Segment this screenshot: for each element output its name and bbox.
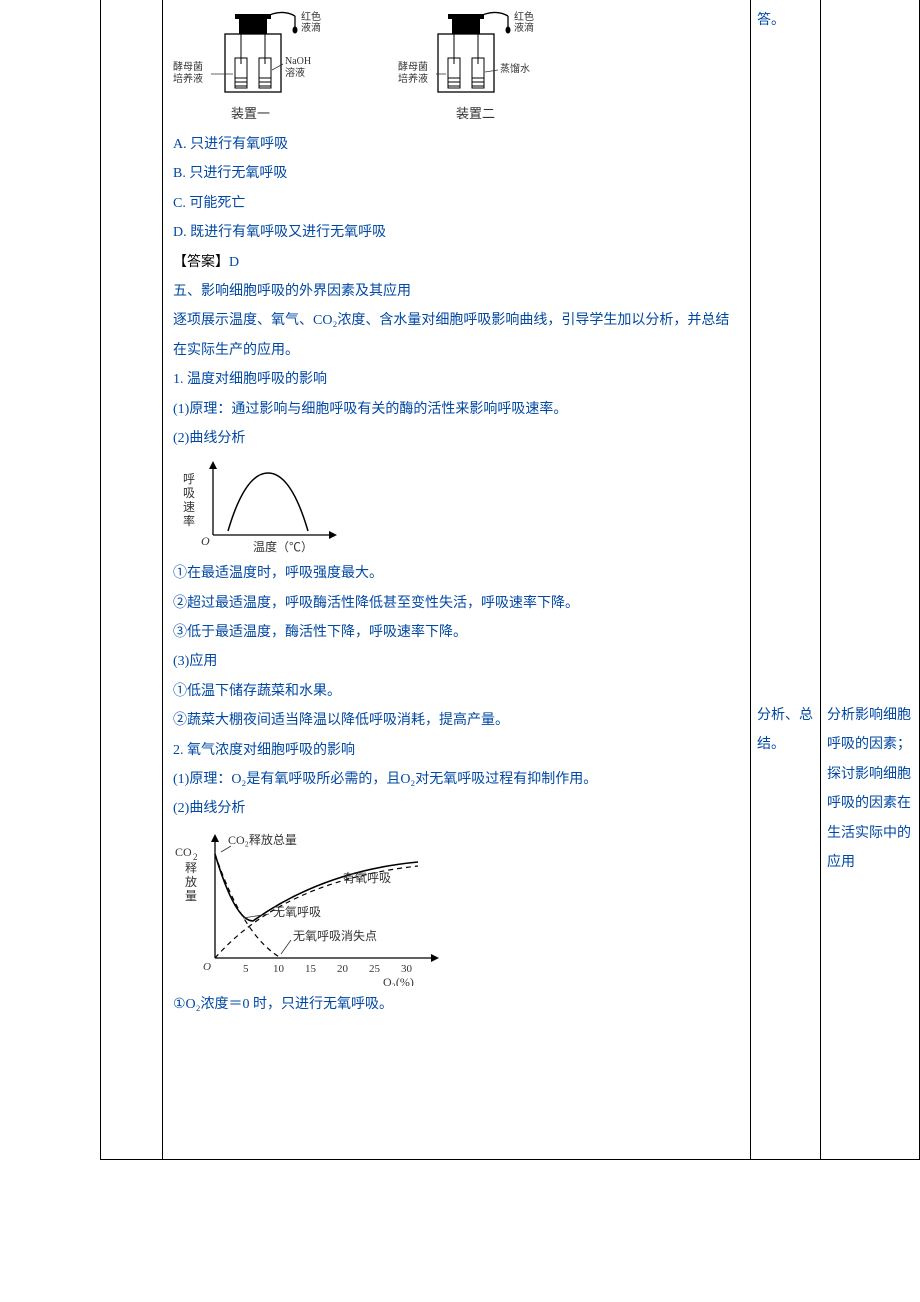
answer-line: 【答案】D [173, 248, 740, 277]
svg-text:酵母菌: 酵母菌 [173, 61, 203, 73]
svg-text:温度（℃）: 温度（℃） [253, 539, 313, 554]
apparatus-2-svg: 红色 液滴 酵母菌 培养液 蒸馏水 [398, 6, 553, 101]
answer-label: 【答案】 [173, 255, 229, 270]
svg-text:速: 速 [183, 500, 195, 514]
svg-text:放: 放 [185, 874, 197, 889]
answer-options: A. 只进行有氧呼吸 B. 只进行无氧呼吸 C. 可能死亡 D. 既进行有氧呼吸… [173, 130, 740, 248]
temp-principle: (1)原理：通过影响与细胞呼吸有关的酶的活性来影响呼吸速率。 [173, 395, 740, 424]
o2-heading: 2. 氧气浓度对细胞呼吸的影响 [173, 736, 740, 765]
temp-b3: ③低于最适温度，酶活性下降，呼吸速率下降。 [173, 618, 740, 647]
temp-app-title: (3)应用 [173, 647, 740, 676]
col4-text: 分析影响细胞呼吸的因素；探讨影响细胞呼吸的因素在生活实际中的应用 [827, 701, 919, 877]
svg-text:30: 30 [401, 963, 413, 975]
svg-text:酵母菌: 酵母菌 [398, 61, 428, 73]
option-a: A. 只进行有氧呼吸 [173, 130, 740, 159]
option-d: D. 既进行有氧呼吸又进行无氧呼吸 [173, 218, 740, 247]
section-5-intro: 逐项展示温度、氧气、CO₂浓度、含水量对细胞呼吸影响曲线，引导学生加以分析，并总… [173, 306, 740, 365]
svg-text:培养液: 培养液 [173, 72, 203, 85]
column-1-spacer [101, 0, 163, 1159]
student-activity-column: 答。 分析、总结。 [751, 0, 821, 1159]
svg-text:CO: CO [175, 845, 192, 859]
svg-text:红色: 红色 [301, 10, 321, 23]
svg-text:O: O [201, 534, 210, 548]
svg-text:20: 20 [337, 963, 349, 975]
o2-principle: (1)原理：O₂是有氧呼吸所必需的，且O₂对无氧呼吸过程有抑制作用。 [173, 765, 740, 794]
svg-text:无氧呼吸: 无氧呼吸 [273, 905, 321, 919]
temp-curve-title: (2)曲线分析 [173, 424, 740, 453]
svg-text:率: 率 [183, 513, 195, 528]
lesson-table: 红色 液滴 酵母菌 培养液 NaOH 溶液 装置一 [100, 0, 920, 1160]
svg-text:NaOH: NaOH [285, 56, 311, 67]
temp-heading: 1. 温度对细胞呼吸的影响 [173, 365, 740, 394]
option-b: B. 只进行无氧呼吸 [173, 159, 740, 188]
svg-text:吸: 吸 [183, 486, 195, 500]
svg-text:25: 25 [369, 963, 381, 975]
svg-text:15: 15 [305, 963, 317, 975]
svg-text:有氧呼吸: 有氧呼吸 [343, 871, 391, 885]
svg-text:液滴: 液滴 [301, 21, 321, 34]
svg-text:呼: 呼 [183, 472, 195, 486]
temperature-curve: 呼 吸 速 率 O 温度（℃） [173, 455, 353, 555]
svg-text:5: 5 [243, 963, 249, 975]
apparatus-1-caption: 装置一 [231, 103, 270, 122]
option-c: C. 可能死亡 [173, 189, 740, 218]
temp-b1: ①在最适温度时，呼吸强度最大。 [173, 559, 740, 588]
section-5-title: 五、影响细胞呼吸的外界因素及其应用 [173, 277, 740, 306]
svg-text:液滴: 液滴 [514, 21, 534, 34]
answer-value: D [229, 255, 239, 270]
svg-text:O₂(%): O₂(%) [383, 975, 414, 986]
o2-b1: ①O₂浓度＝0 时，只进行无氧呼吸。 [173, 990, 740, 1019]
apparatus-1-svg: 红色 液滴 酵母菌 培养液 NaOH 溶液 [173, 6, 328, 101]
col3-top-text: 答。 [757, 6, 814, 35]
svg-text:无氧呼吸消失点: 无氧呼吸消失点 [293, 928, 377, 943]
o2-curve-title: (2)曲线分析 [173, 794, 740, 823]
svg-text:培养液: 培养液 [398, 72, 428, 85]
intent-column: 分析影响细胞呼吸的因素；探讨影响细胞呼吸的因素在生活实际中的应用 [821, 0, 919, 1159]
temp-a1: ①低温下储存蔬菜和水果。 [173, 677, 740, 706]
apparatus-2: 红色 液滴 酵母菌 培养液 蒸馏水 装置二 [398, 6, 553, 122]
col3-bottom-text: 分析、总结。 [757, 701, 814, 760]
svg-text:蒸馏水: 蒸馏水 [500, 62, 530, 75]
svg-text:释: 释 [185, 861, 197, 875]
oxygen-curve: CO 2 释 放 量 CO₂释放总量 有氧呼吸 无氧呼吸 无氧呼吸消失点 O 5 [173, 826, 453, 986]
svg-text:溶液: 溶液 [285, 66, 305, 79]
svg-text:CO₂释放总量: CO₂释放总量 [228, 832, 297, 847]
svg-text:量: 量 [185, 889, 197, 903]
temp-a2: ②蔬菜大棚夜间适当降温以降低呼吸消耗，提高产量。 [173, 706, 740, 735]
svg-text:O: O [203, 961, 211, 973]
main-content-column: 红色 液滴 酵母菌 培养液 NaOH 溶液 装置一 [163, 0, 751, 1159]
apparatus-diagrams: 红色 液滴 酵母菌 培养液 NaOH 溶液 装置一 [173, 6, 740, 122]
apparatus-2-caption: 装置二 [456, 103, 495, 122]
svg-text:10: 10 [273, 963, 285, 975]
apparatus-1: 红色 液滴 酵母菌 培养液 NaOH 溶液 装置一 [173, 6, 328, 122]
temp-b2: ②超过最适温度，呼吸酶活性降低甚至变性失活，呼吸速率下降。 [173, 589, 740, 618]
svg-text:红色: 红色 [514, 10, 534, 23]
